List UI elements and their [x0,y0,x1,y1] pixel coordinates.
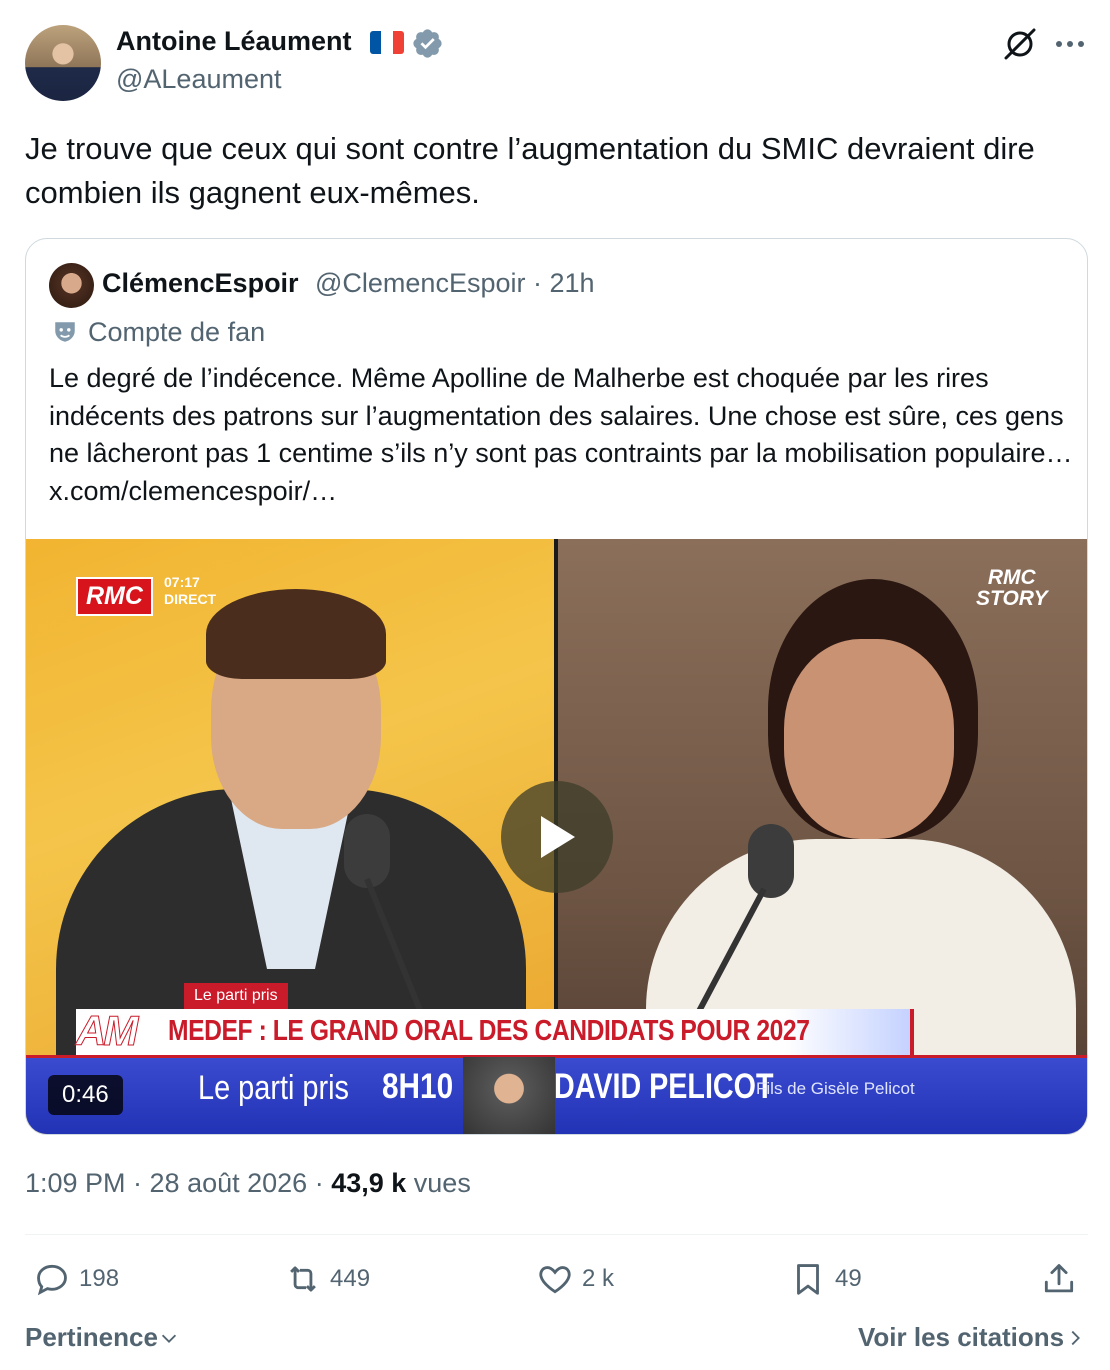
play-button[interactable] [501,781,613,893]
author-avatar[interactable] [25,25,101,101]
broadcast-time-overlay: 07:17 DIRECT [164,574,217,607]
views-label: vues [406,1168,471,1198]
bookmark-button[interactable]: 49 [789,1258,862,1300]
repost-button[interactable]: 449 [284,1258,370,1300]
author-handle[interactable]: @ALeaument [116,64,282,95]
grok-button[interactable] [1000,24,1040,64]
fan-account-label: Compte de fan [88,317,266,347]
share-icon [1044,1264,1074,1293]
views-count: 43,9 k [331,1168,407,1198]
play-icon [541,816,575,858]
share-button[interactable] [1040,1258,1086,1300]
sort-dropdown[interactable]: Pertinence [25,1322,180,1353]
chevron-down-icon [161,1334,177,1343]
bookmark-icon [797,1264,819,1295]
quoted-author-avatar[interactable] [49,263,94,308]
repost-count: 449 [330,1265,371,1292]
france-flag-icon [370,31,404,54]
quoted-tweet-card[interactable]: ClémencEspoir @ClemencEspoir · 21h Compt… [25,238,1088,1135]
grok-icon [1004,28,1036,60]
verified-badge-icon [413,29,442,58]
tweet-meta: 1:09 PM · 28 août 2026 · 43,9 k vues [25,1168,471,1199]
quoted-author-handle-time: @ClemencEspoir · 21h [315,268,595,298]
quoted-author-name[interactable]: ClémencEspoir [102,268,299,299]
view-quotes-label: Voir les citations [858,1322,1065,1352]
more-options-button[interactable] [1050,24,1090,64]
heart-icon [539,1266,571,1294]
more-icon [1056,41,1084,47]
ticker-time: 8H10 [382,1067,454,1106]
sort-label: Pertinence [25,1322,158,1352]
reply-button[interactable]: 198 [33,1258,119,1300]
video-duration: 0:46 [48,1075,123,1115]
ticker-guest-subtitle: Fils de Gisèle Pelicot [756,1079,915,1098]
like-count: 2 k [582,1265,615,1292]
rmc-logo: RMC [76,577,153,616]
rmc-story-logo: RMC STORY [976,566,1048,610]
banner-text: MEDEF : LE GRAND ORAL DES CANDIDATS POUR… [168,1015,810,1047]
video-player[interactable]: RMC 07:17 DIRECT RMC STORY Le parti pris… [26,539,1087,1134]
fan-account-mask-icon [55,322,75,342]
divider [25,1234,1088,1235]
banner-logo: AM [75,1007,138,1055]
reply-count: 198 [79,1265,120,1292]
chevron-right-icon [1071,1330,1081,1345]
tweet-timestamp[interactable]: 1:09 PM · 28 août 2026 · [25,1168,331,1198]
ticker-thumbnail [463,1057,555,1134]
ticker-guest: DAVID PELICOT [554,1067,774,1106]
like-button[interactable]: 2 k [536,1258,614,1300]
view-quotes-link[interactable]: Voir les citations [858,1322,1086,1353]
repost-icon [290,1266,316,1292]
tweet-text: Je trouve que ceux qui sont contre l’aug… [25,131,1035,210]
quoted-tweet-text: Le degré de l’indécence. Même Apolline d… [49,363,1073,506]
bookmark-count: 49 [835,1265,862,1292]
ticker-show: Le parti pris [198,1069,349,1107]
author-name[interactable]: Antoine Léaument [116,26,352,57]
reply-icon [37,1264,67,1296]
video-tag: Le parti pris [184,983,288,1009]
